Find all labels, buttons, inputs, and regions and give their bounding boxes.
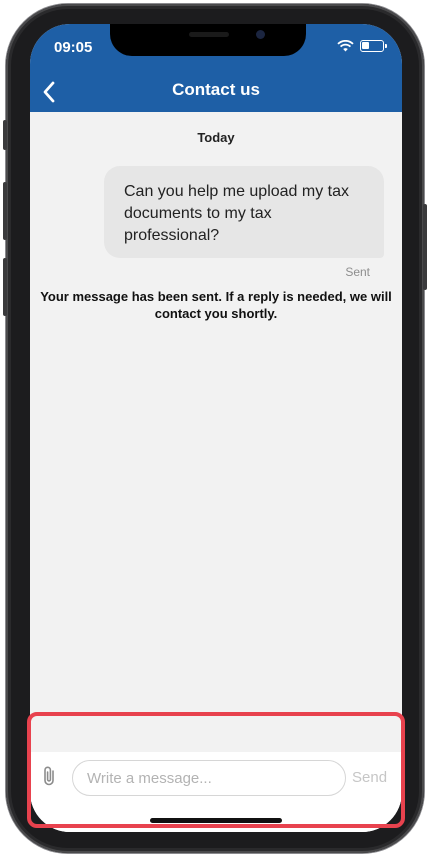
status-icons — [337, 40, 387, 52]
message-status: Sent — [345, 265, 370, 279]
sent-confirmation-notice: Your message has been sent. If a reply i… — [40, 289, 392, 321]
ringer-switch — [3, 120, 7, 150]
wifi-icon — [337, 40, 354, 52]
front-camera — [256, 30, 265, 39]
header-bar: 09:05 Contact us — [30, 24, 402, 112]
device-notch — [110, 24, 306, 56]
volume-down-button — [3, 258, 7, 316]
page-title: Contact us — [172, 80, 260, 99]
outgoing-message-bubble: Can you help me upload my tax documents … — [104, 166, 384, 258]
power-button — [423, 204, 427, 290]
volume-up-button — [3, 182, 7, 240]
status-time: 09:05 — [54, 39, 93, 56]
date-separator: Today — [197, 130, 235, 145]
speaker-grille — [189, 32, 229, 37]
composer-highlight-box — [27, 712, 405, 828]
battery-icon — [360, 40, 387, 52]
app-screen: 09:05 Contact us Today Can you help me u… — [30, 24, 402, 832]
